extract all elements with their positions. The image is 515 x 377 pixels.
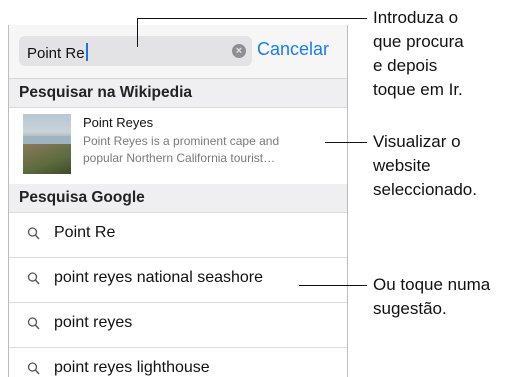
suggestion-label: point reyes national seashore (54, 269, 264, 286)
callout-suggestion-line: sugestão. (373, 299, 447, 318)
magnifier-icon (27, 272, 40, 285)
search-panel: Point Re × Cancelar Pesquisar na Wikiped… (8, 25, 348, 377)
google-section-header: Pesquisa Google (9, 184, 347, 213)
wikipedia-result[interactable]: Point Reyes Point Reyes is a prominent c… (9, 107, 347, 183)
text-caret (85, 43, 88, 61)
callout-line-preview (325, 142, 367, 143)
cancel-button[interactable]: Cancelar (257, 39, 329, 60)
callout-line-search-horizontal (137, 18, 367, 19)
suggestion-item[interactable]: point reyes national seashore (9, 258, 347, 303)
magnifier-icon (27, 362, 40, 375)
suggestion-item[interactable]: point reyes (9, 303, 347, 348)
callout-preview: Visualizar o website seleccionado. (373, 130, 477, 202)
suggestion-item[interactable]: Point Re (9, 213, 347, 258)
google-section-title: Pesquisa Google (19, 189, 145, 206)
wikipedia-result-description: Point Reyes is a prominent cape and popu… (83, 133, 333, 167)
callout-preview-line: website (373, 156, 431, 175)
callout-preview-line: seleccionado. (373, 180, 477, 199)
wikipedia-thumbnail (23, 114, 71, 174)
magnifier-icon (27, 227, 40, 240)
description-line-1: Point Reyes is a prominent cape and (83, 134, 280, 148)
suggestion-label: point reyes (54, 314, 133, 331)
callout-search-line: toque em Ir. (373, 80, 463, 99)
search-bar: Point Re × Cancelar (9, 25, 347, 79)
suggestion-label: point reyes lighthouse (54, 359, 210, 376)
wikipedia-section-title: Pesquisar na Wikipedia (19, 84, 193, 101)
callout-line-search-vertical (137, 18, 138, 47)
suggestion-label: Point Re (54, 224, 116, 241)
callout-suggestion: Ou toque numa sugestão. (373, 273, 490, 321)
callout-search-line: e depois (373, 56, 438, 75)
suggestion-item[interactable]: point reyes lighthouse (9, 348, 347, 377)
magnifier-icon (27, 317, 40, 330)
wikipedia-result-title: Point Reyes (83, 115, 154, 130)
callout-search-line: que procura (373, 32, 464, 51)
callout-suggestion-line: Ou toque numa (373, 275, 491, 294)
callout-line-suggestion (299, 285, 367, 286)
search-input-value: Point Re (27, 45, 85, 62)
description-line-2: popular Northern California tourist… (83, 151, 276, 165)
search-input[interactable]: Point Re × (19, 36, 252, 66)
callout-search: Introduza o que procura e depois toque e… (373, 6, 464, 102)
callout-preview-line: Visualizar o (373, 132, 461, 151)
wikipedia-section-header: Pesquisar na Wikipedia (9, 79, 347, 108)
callout-search-line: Introduza o (373, 8, 459, 27)
clear-icon[interactable]: × (232, 44, 246, 58)
